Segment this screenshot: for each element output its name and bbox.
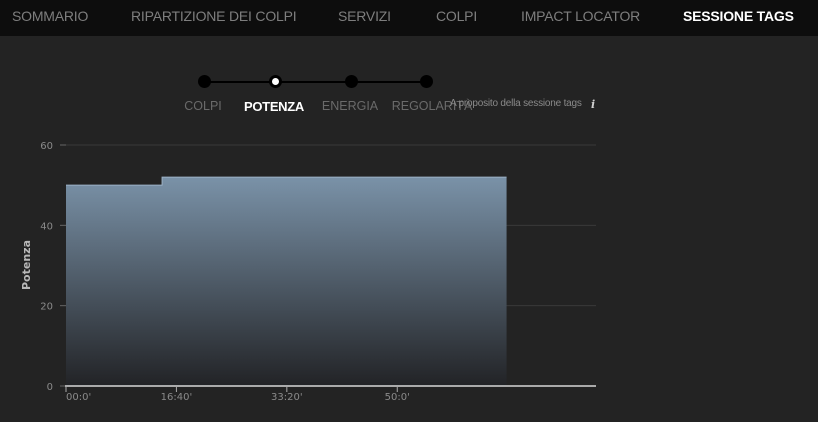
area-series-fill <box>66 177 507 386</box>
y-tick-label: 20 <box>40 302 53 313</box>
chart-area-series <box>66 176 507 386</box>
y-axis-label: Potenza <box>20 240 33 290</box>
y-tick-label: 0 <box>47 382 53 393</box>
x-tick-label: 50:0' <box>385 392 410 403</box>
y-tick-label: 60 <box>40 141 53 152</box>
y-tick-label: 40 <box>40 221 53 232</box>
potenza-chart: 0 20 40 60 00:0' 16:40' 33:20' 50:0' Potenza <box>20 141 596 403</box>
x-tick-label: 16:40' <box>161 392 193 403</box>
x-tick-label: 33:20' <box>271 392 303 403</box>
x-tick-label: 00:0' <box>66 392 91 403</box>
